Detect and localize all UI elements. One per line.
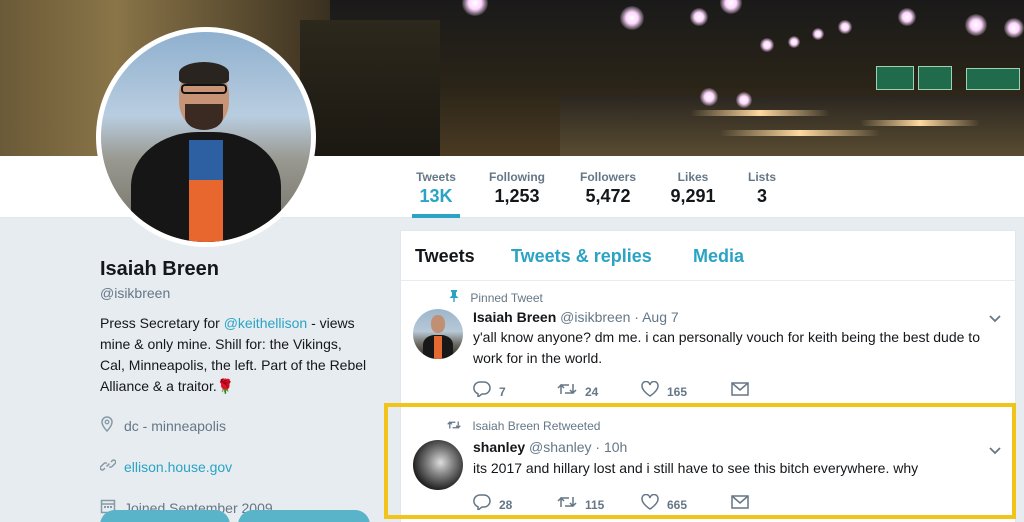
profile-handle[interactable]: @isikbreen: [100, 285, 370, 301]
profile-card: Isaiah Breen @isikbreen Press Secretary …: [99, 258, 370, 522]
website-link[interactable]: ellison.house.gov: [124, 459, 232, 475]
tab-tweets-replies[interactable]: Tweets & replies: [511, 246, 652, 267]
retweet-count: 24: [585, 384, 599, 399]
stat-value: 13K: [419, 186, 453, 206]
profile-avatar[interactable]: [96, 27, 316, 247]
profile-name[interactable]: Isaiah Breen: [100, 258, 370, 281]
stat-likes[interactable]: Likes 9,291: [666, 170, 720, 207]
avatar-photo: [101, 32, 311, 242]
bio-mention-link[interactable]: @keithellison: [224, 315, 307, 331]
mail-icon: [731, 382, 749, 401]
highlight-box: [384, 403, 1016, 519]
reply-button[interactable]: 7: [473, 381, 557, 402]
tab-tweets[interactable]: Tweets: [415, 246, 475, 267]
profile-bio: Press Secretary for @keithellison - view…: [100, 313, 370, 397]
stat-value: 9,291: [670, 186, 716, 206]
tweet-avatar[interactable]: [413, 309, 463, 359]
like-button[interactable]: 165: [641, 380, 731, 402]
retweet-icon: [557, 382, 577, 401]
profile-location: dc - minneapolis: [100, 411, 370, 440]
stat-following[interactable]: Following 1,253: [484, 170, 550, 207]
chevron-down-icon[interactable]: [989, 310, 1001, 326]
retweet-button[interactable]: 24: [557, 381, 641, 402]
profile-website: ellison.house.gov: [99, 452, 370, 481]
stat-label: Likes: [677, 170, 709, 184]
bio-text: Press Secretary for: [100, 315, 224, 331]
stat-followers[interactable]: Followers 5,472: [576, 170, 640, 207]
like-count: 165: [667, 384, 688, 399]
tweet-to-button[interactable]: [100, 510, 230, 522]
stat-label: Followers: [579, 170, 636, 184]
stat-value: 1,253: [494, 186, 540, 206]
stat-value: 5,472: [585, 186, 631, 206]
link-icon: [99, 457, 118, 476]
tweet-context: Pinned Tweet: [449, 290, 543, 305]
location-text: dc - minneapolis: [124, 417, 226, 434]
stat-label: Tweets: [416, 170, 456, 184]
tweet-text: y'all know anyone? dm me. i can personal…: [473, 329, 980, 366]
rose-emoji: 🌹: [216, 378, 235, 394]
stat-label: Lists: [747, 170, 776, 184]
tweet-actions: 7 24 165: [473, 380, 757, 402]
context-label: Pinned Tweet: [470, 291, 543, 305]
tweet-header: Isaiah Breen @isikbreen · Aug 7: [473, 309, 679, 325]
stat-label: Following: [489, 170, 545, 184]
location-pin-icon: [100, 416, 118, 435]
reply-count: 7: [499, 384, 506, 399]
pin-icon: [449, 290, 462, 305]
timeline-tabs: Tweets Tweets & replies Media: [401, 231, 1015, 281]
tweet-author-meta[interactable]: @isikbreen · Aug 7: [560, 309, 679, 325]
heart-icon: [641, 380, 659, 402]
tab-media[interactable]: Media: [693, 246, 744, 267]
tweet-item[interactable]: Pinned Tweet Isaiah Breen @isikbreen · A…: [401, 282, 1015, 405]
reply-icon: [473, 381, 491, 402]
message-button[interactable]: [238, 510, 370, 522]
stat-value: 3: [756, 186, 767, 206]
tweet-author-name[interactable]: Isaiah Breen: [473, 309, 556, 325]
stat-tweets[interactable]: Tweets 13K: [412, 170, 460, 218]
stat-lists[interactable]: Lists 3: [744, 170, 780, 207]
dm-button[interactable]: [731, 381, 757, 402]
